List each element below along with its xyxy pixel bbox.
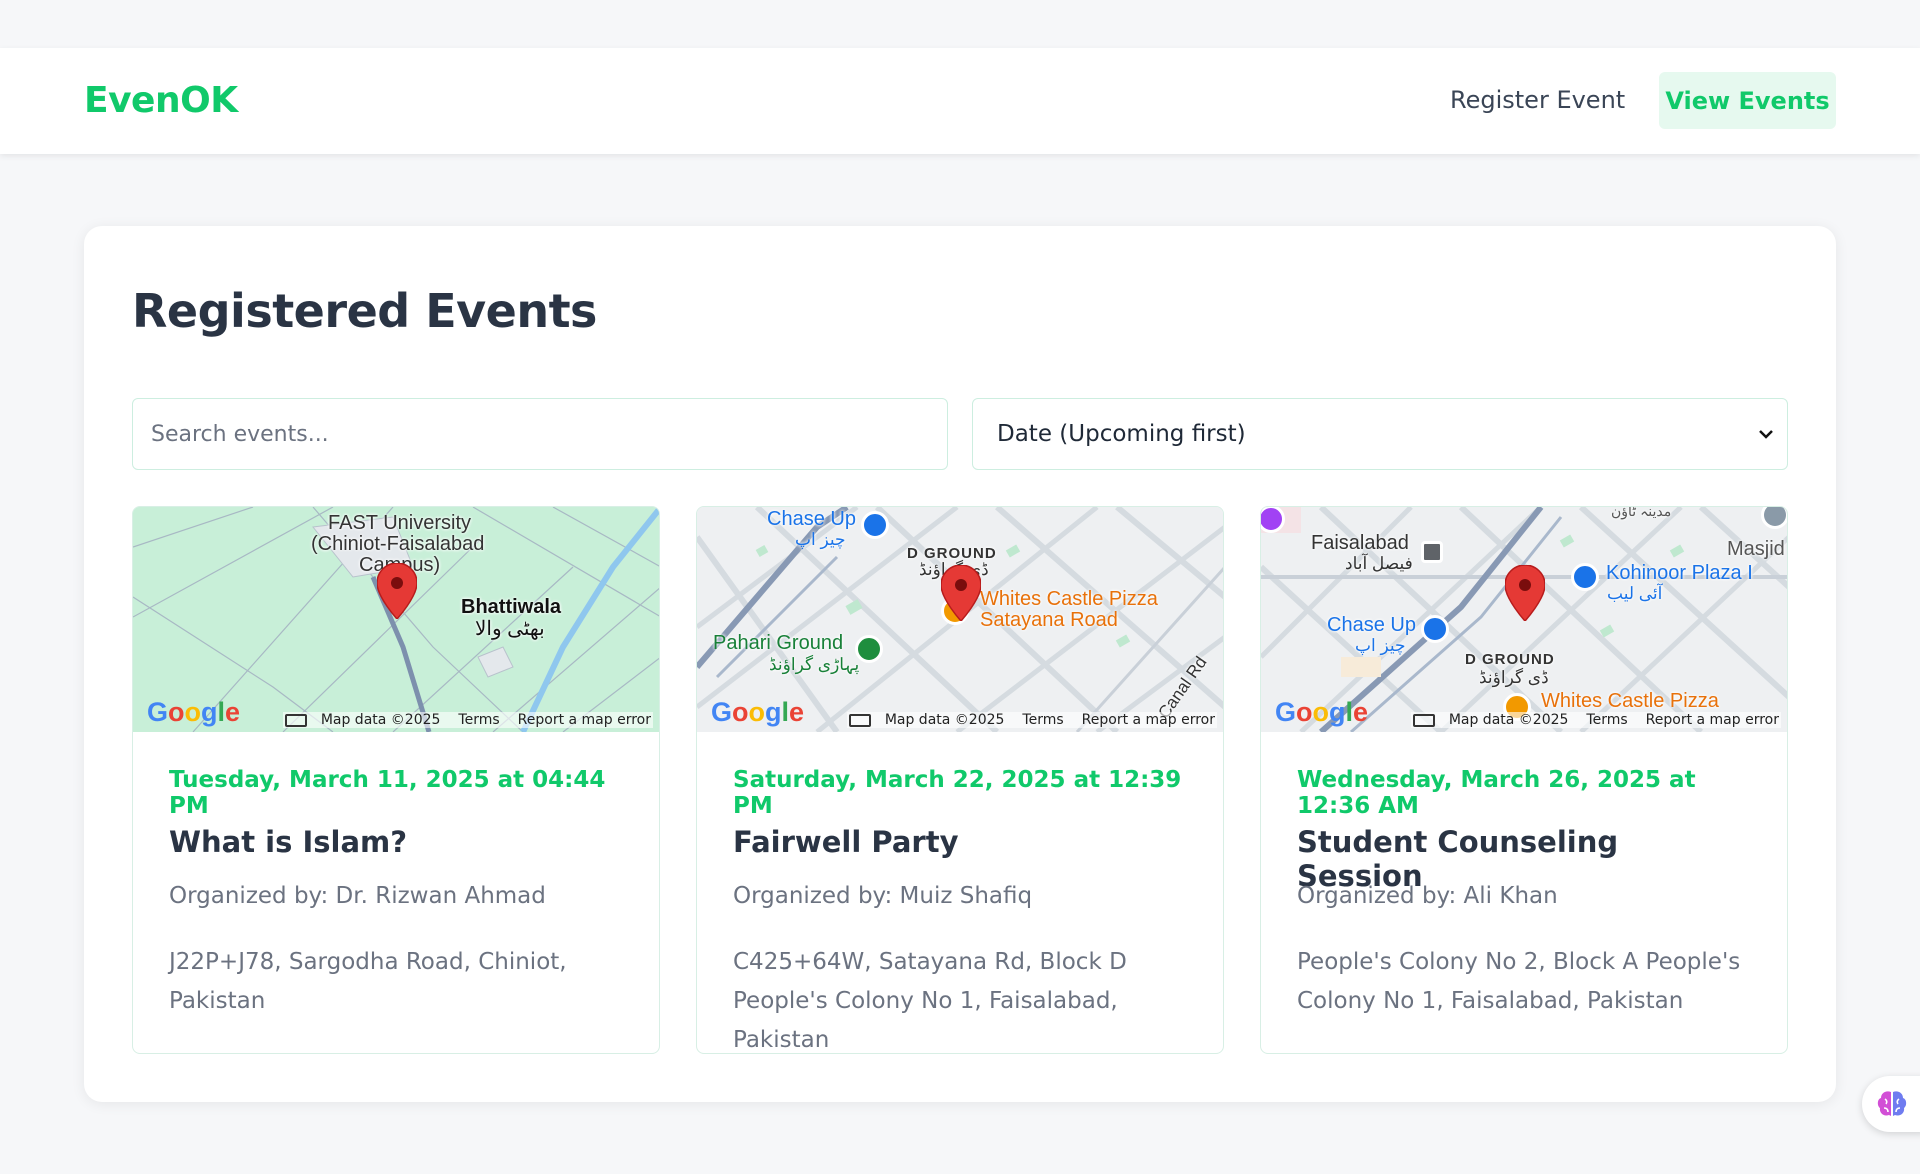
keyboard-icon[interactable] xyxy=(1412,713,1435,727)
google-logo: Google xyxy=(1275,697,1369,727)
nav-view-events[interactable]: View Events xyxy=(1659,72,1836,129)
sort-select-value: Date (Upcoming first) xyxy=(997,421,1246,447)
event-card[interactable]: FAST University (Chiniot-Faisalabad Camp… xyxy=(132,506,660,1054)
google-logo: Google xyxy=(147,697,241,727)
map-terms-link[interactable]: Terms xyxy=(1586,712,1627,728)
sort-select[interactable]: Date (Upcoming first) xyxy=(972,398,1788,470)
map-data-label: Map data ©2025 xyxy=(1448,712,1569,728)
park-poi-icon[interactable] xyxy=(855,635,883,663)
brain-icon xyxy=(1877,1091,1907,1116)
brand-logo[interactable]: EvenOK xyxy=(84,80,238,121)
map-report-link[interactable]: Report a map error xyxy=(1646,712,1779,728)
location-pin-icon xyxy=(377,563,417,619)
map-terms-link[interactable]: Terms xyxy=(1022,712,1063,728)
map-label: Pahari Ground xyxy=(713,632,844,654)
map-label: چیز اپ xyxy=(1355,636,1406,655)
map-attribution: Map data ©2025 Terms Report a map error xyxy=(1410,712,1781,728)
map-attribution: Map data ©2025 Terms Report a map error xyxy=(282,712,653,728)
page-title: Registered Events xyxy=(132,284,597,338)
map-data-label: Map data ©2025 xyxy=(320,712,441,728)
map-label: Chase Up xyxy=(1327,614,1416,636)
mosque-poi-icon[interactable] xyxy=(1761,507,1787,529)
location-pin-icon xyxy=(941,565,981,621)
event-map[interactable]: FAST University (Chiniot-Faisalabad Camp… xyxy=(133,507,659,732)
map-label: Bhattiwala xyxy=(461,596,562,618)
shopping-poi-icon[interactable] xyxy=(861,511,889,539)
map-label: چیز اپ xyxy=(795,530,846,549)
map-label: Chase Up xyxy=(767,508,856,530)
search-input[interactable]: Search events... xyxy=(132,398,948,470)
event-card[interactable]: مدینہ ٹاؤن Faisalabad فیصل آباد Masjid K… xyxy=(1260,506,1788,1054)
event-organizer: Organized by: Dr. Rizwan Ahmad xyxy=(169,883,546,909)
map-label: پہاڑی گراؤنڈ xyxy=(769,655,860,674)
map-label: ڈی گراؤنڈ xyxy=(1479,668,1549,687)
event-map[interactable]: Chase Up چیز اپ D GROUND ڈی گراؤنڈ White… xyxy=(697,507,1223,732)
map-report-link[interactable]: Report a map error xyxy=(518,712,651,728)
event-organizer: Organized by: Muiz Shafiq xyxy=(733,883,1033,909)
shopping-poi-icon[interactable] xyxy=(1421,615,1449,643)
event-title: Fairwell Party xyxy=(733,825,959,859)
event-date: Tuesday, March 11, 2025 at 04:44 PM xyxy=(169,767,606,819)
event-address: J22P+J78, Sargodha Road, Chiniot, Pakist… xyxy=(169,949,567,1014)
map-label: Whites Castle Pizza xyxy=(980,588,1158,610)
map-report-link[interactable]: Report a map error xyxy=(1082,712,1215,728)
nav-register-event[interactable]: Register Event xyxy=(1450,86,1625,114)
location-pin-icon xyxy=(1505,565,1545,621)
event-card[interactable]: Chase Up چیز اپ D GROUND ڈی گراؤنڈ White… xyxy=(696,506,1224,1054)
map-label: (Chiniot-Faisalabad xyxy=(311,533,485,555)
event-organizer: Organized by: Ali Khan xyxy=(1297,883,1558,909)
keyboard-icon[interactable] xyxy=(848,713,871,727)
map-terms-link[interactable]: Terms xyxy=(458,712,499,728)
map-label: مدینہ ٹاؤن xyxy=(1611,507,1672,519)
event-map[interactable]: مدینہ ٹاؤن Faisalabad فیصل آباد Masjid K… xyxy=(1261,507,1787,732)
transit-poi-icon[interactable] xyxy=(1421,541,1443,563)
event-address: C425+64W, Satayana Rd, Block D People's … xyxy=(733,949,1127,1053)
event-card-body: Saturday, March 22, 2025 at 12:39 PM Fai… xyxy=(733,767,1187,1053)
event-card-body: Wednesday, March 26, 2025 at 12:36 AM St… xyxy=(1297,767,1751,1021)
chevron-down-icon xyxy=(1759,430,1773,439)
map-attribution: Map data ©2025 Terms Report a map error xyxy=(846,712,1217,728)
event-card-body: Tuesday, March 11, 2025 at 04:44 PM What… xyxy=(169,767,623,1021)
event-date: Wednesday, March 26, 2025 at 12:36 AM xyxy=(1297,767,1696,819)
map-label: Whites Castle Pizza xyxy=(1541,690,1719,712)
keyboard-icon[interactable] xyxy=(284,713,307,727)
assistant-button[interactable] xyxy=(1862,1076,1920,1132)
event-address: People's Colony No 2, Block A People's C… xyxy=(1297,949,1741,1014)
map-label: FAST University xyxy=(328,512,471,534)
map-label: آئی لیب xyxy=(1607,584,1663,603)
map-data-label: Map data ©2025 xyxy=(884,712,1005,728)
shopping-poi-icon[interactable] xyxy=(1571,563,1599,591)
map-label: Masjid xyxy=(1727,538,1785,560)
map-label: Kohinoor Plaza I xyxy=(1606,562,1753,584)
map-label: Faisalabad xyxy=(1311,532,1409,554)
event-title: Student Counseling Session xyxy=(1297,825,1619,893)
map-label: Satayana Road xyxy=(980,609,1118,631)
event-date: Saturday, March 22, 2025 at 12:39 PM xyxy=(733,767,1182,819)
event-title: What is Islam? xyxy=(169,825,408,859)
google-logo: Google xyxy=(711,697,805,727)
map-label: فیصل آباد xyxy=(1345,554,1413,573)
top-navbar: EvenOK Register Event View Events xyxy=(0,48,1920,154)
events-panel: Registered Events Search events... Date … xyxy=(84,226,1836,1102)
map-label: بھٹی والا xyxy=(475,618,545,640)
